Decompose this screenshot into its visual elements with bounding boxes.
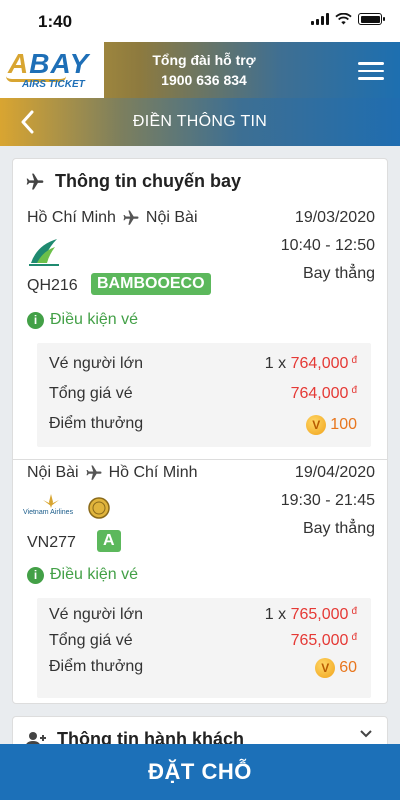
total-price: 765,000: [290, 632, 349, 649]
flight-date: 19/04/2020: [294, 464, 375, 481]
price-summary: Vé người lớn 1 x 765,000 đ Tổng giá vé 76…: [37, 598, 371, 698]
app-header: ABAY AIRS TICKET Tổng đài hỗ trợ 1900 63…: [0, 42, 400, 98]
fare-class-badge: BAMBOOECO: [91, 273, 211, 295]
coin-icon: V: [306, 415, 327, 435]
airplane-icon: [26, 173, 44, 189]
flight-type: Bay thẳng: [302, 520, 375, 537]
total-price: 764,000: [290, 385, 349, 402]
reward-points: 100: [330, 416, 357, 434]
reward-points-row: Điểm thưởng V 100: [49, 415, 357, 435]
book-button[interactable]: ĐẶT CHỖ: [0, 744, 400, 800]
flight-time: 19:30 - 21:45: [280, 492, 375, 509]
hotline[interactable]: Tổng đài hỗ trợ 1900 636 834: [104, 50, 304, 90]
flight-time: 10:40 - 12:50: [280, 237, 375, 254]
flight-leg-2: Nội Bài Hồ Chí Minh 19/04/2020 19:30 - 2…: [13, 459, 387, 703]
flight-number: VN277: [27, 534, 76, 551]
route: Nội Bài Hồ Chí Minh: [27, 464, 198, 482]
status-bar: 1:40: [0, 0, 400, 42]
page-title: ĐIỀN THÔNG TIN: [132, 113, 268, 130]
ticket-conditions-link[interactable]: i Điều kiện vé: [27, 311, 138, 329]
flight-info-card: Thông tin chuyến bay Hồ Chí Minh Nội Bài…: [12, 158, 388, 704]
coin-icon: V: [315, 658, 336, 678]
signal-icon: [311, 13, 329, 25]
route: Hồ Chí Minh Nội Bài: [27, 209, 198, 227]
info-icon: i: [27, 566, 44, 584]
bamboo-airways-logo: [29, 239, 59, 266]
flight-number: QH216: [27, 277, 78, 294]
flight-type: Bay thẳng: [302, 265, 375, 282]
total-fare-row: Tổng giá vé 765,000 đ: [49, 632, 357, 649]
destination: Hồ Chí Minh: [108, 464, 198, 481]
total-fare-row: Tổng giá vé 764,000 đ: [49, 385, 357, 402]
battery-icon: [358, 13, 385, 25]
chevron-down-icon[interactable]: [359, 729, 373, 739]
adult-fare-row: Vé người lớn 1 x 765,000 đ: [49, 606, 357, 623]
adult-price: 765,000: [290, 606, 349, 623]
destination: Nội Bài: [145, 209, 198, 226]
hamburger-icon[interactable]: [358, 62, 384, 80]
status-time: 1:40: [38, 12, 73, 31]
reward-points: 60: [339, 659, 357, 677]
abay-logo[interactable]: ABAY AIRS TICKET: [0, 42, 104, 98]
origin: Hồ Chí Minh: [27, 209, 116, 226]
adult-price: 764,000: [290, 355, 349, 372]
flight-date: 19/03/2020: [294, 209, 375, 226]
flight-leg-1: Hồ Chí Minh Nội Bài 19/03/2020 10:40 - 1…: [13, 205, 387, 461]
adult-fare-row: Vé người lớn 1 x 764,000 đ: [49, 355, 357, 372]
reward-points-row: Điểm thưởng V 60: [49, 658, 357, 678]
title-bar: ĐIỀN THÔNG TIN: [0, 98, 400, 146]
price-summary: Vé người lớn 1 x 764,000 đ Tổng giá vé 76…: [37, 343, 371, 447]
airplane-icon: [86, 465, 102, 480]
status-icons: [311, 13, 385, 25]
ticket-conditions-link[interactable]: i Điều kiện vé: [27, 566, 138, 584]
vietnam-airlines-logo: Vietnam Airlines: [23, 494, 113, 522]
origin: Nội Bài: [27, 464, 79, 481]
flight-info-title: Thông tin chuyến bay: [25, 171, 241, 192]
info-icon: i: [27, 311, 44, 329]
hotline-number: 1900 636 834: [161, 72, 247, 88]
fare-class-badge: A: [97, 530, 121, 552]
wifi-icon: [335, 13, 352, 25]
airplane-icon: [123, 210, 139, 225]
hotline-label: Tổng đài hỗ trợ: [152, 52, 256, 68]
